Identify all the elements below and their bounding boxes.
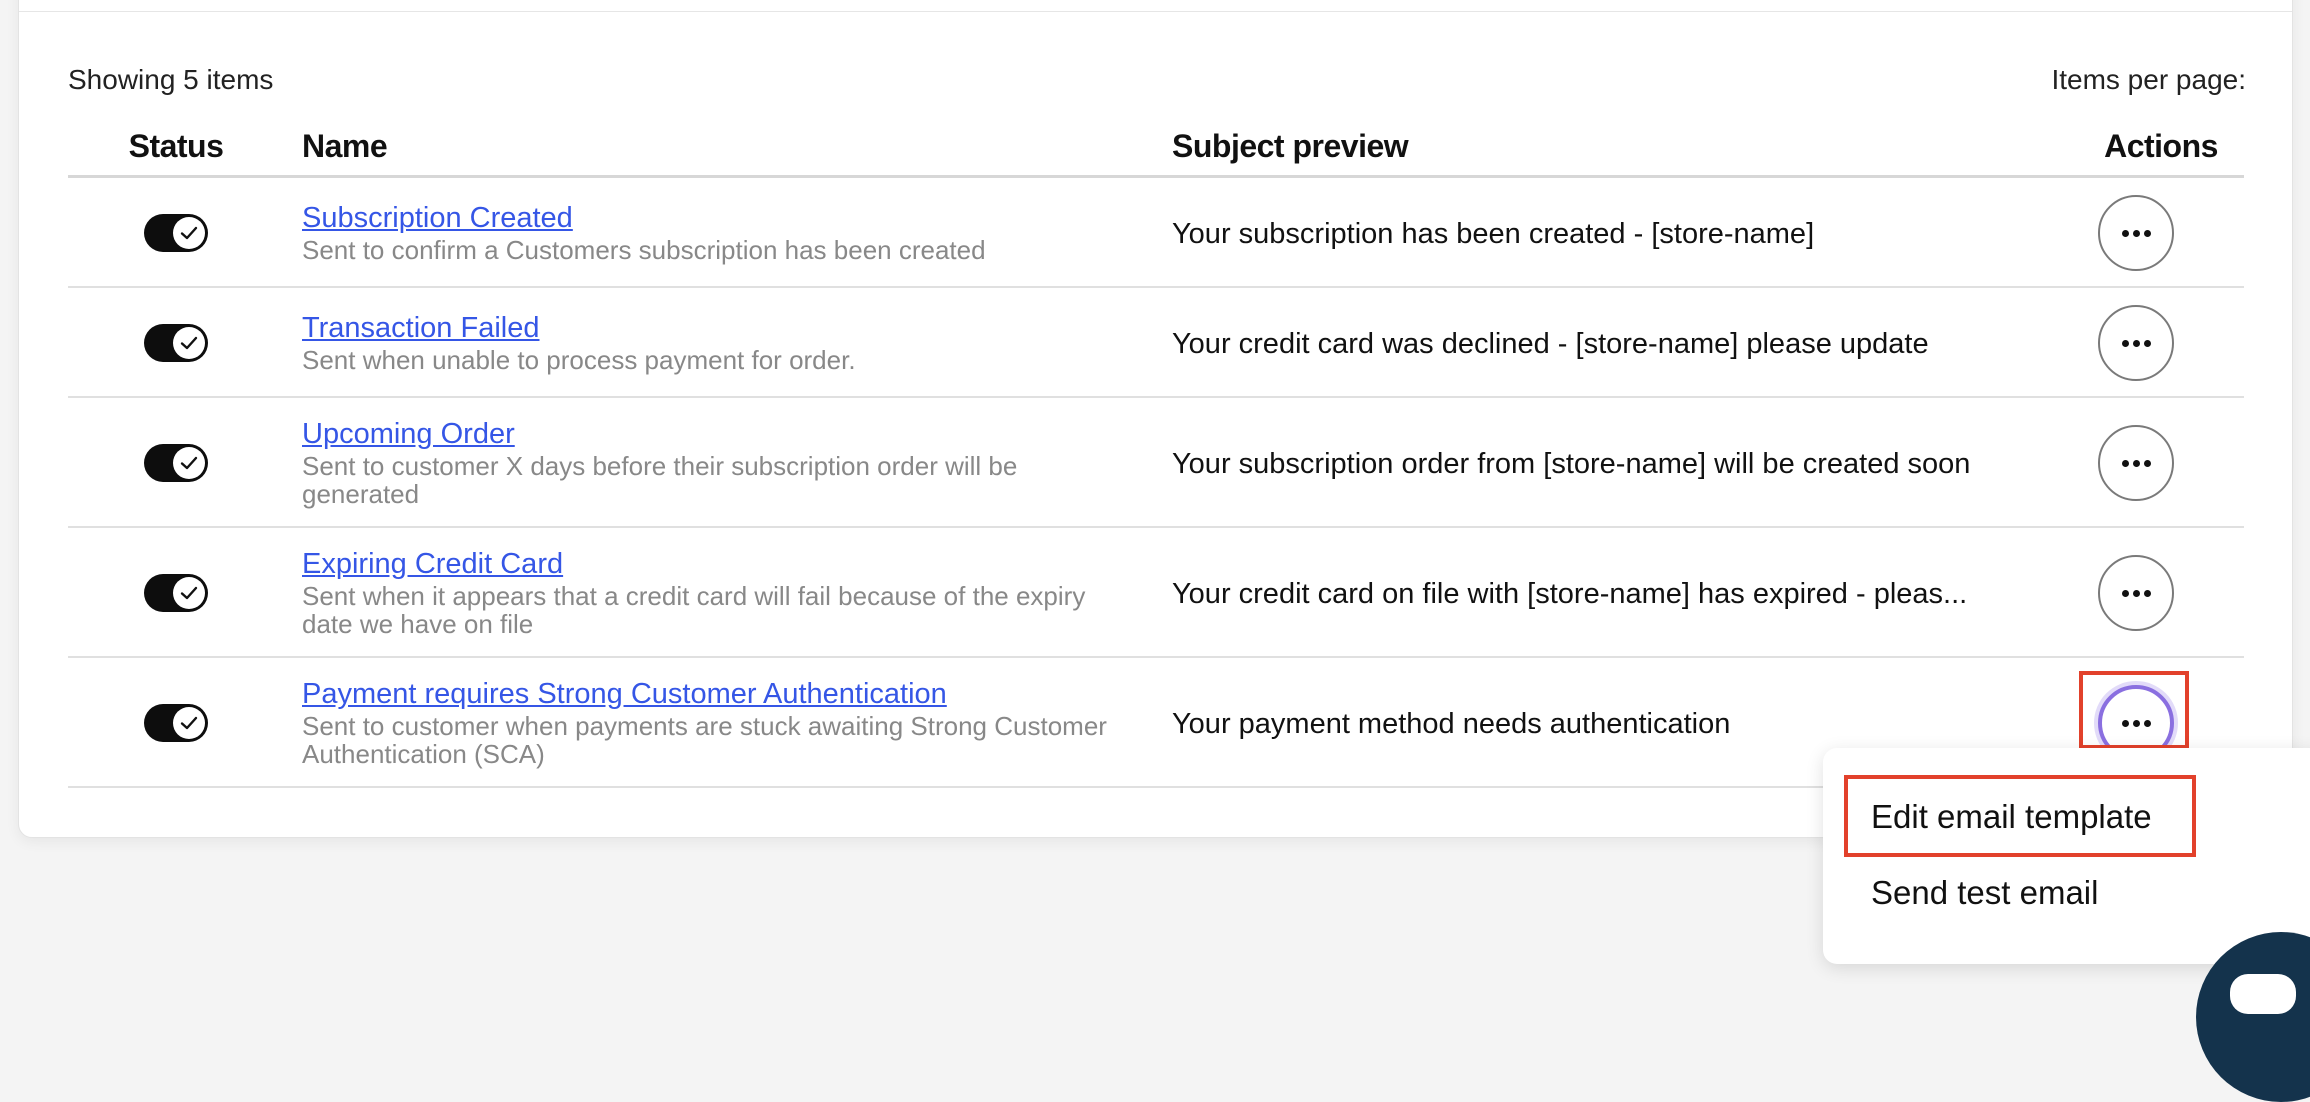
template-name-link[interactable]: Payment requires Strong Customer Authent… [302, 678, 1122, 710]
more-horizontal-icon [2121, 459, 2151, 467]
column-name: Name [302, 128, 388, 164]
status-toggle[interactable] [144, 214, 208, 252]
template-name-link[interactable]: Upcoming Order [302, 418, 1122, 450]
menu-item-edit-email-template[interactable]: Edit email template [1871, 798, 2152, 836]
table-row: Subscription Created Sent to confirm a C… [68, 178, 2244, 288]
subject-preview: Your payment method needs authentication [1172, 708, 1731, 740]
card-top-divider [19, 11, 2292, 12]
column-actions: Actions [2104, 128, 2218, 164]
check-icon [173, 327, 205, 359]
subject-preview: Your credit card on file with [store-nam… [1172, 578, 1968, 610]
row-actions-button[interactable] [2098, 425, 2174, 501]
check-icon [173, 577, 205, 609]
chat-bubble-icon [2230, 974, 2296, 1014]
column-status: Status [128, 128, 224, 164]
table-row: Upcoming Order Sent to customer X days b… [68, 398, 2244, 528]
items-count: Showing 5 items [68, 64, 274, 95]
more-horizontal-icon [2121, 339, 2151, 347]
table-row: Transaction Failed Sent when unable to p… [68, 288, 2244, 398]
subject-preview: Your subscription order from [store-name… [1172, 448, 1971, 480]
template-description: Sent to confirm a Customers subscription… [302, 235, 986, 265]
template-name-link[interactable]: Expiring Credit Card [302, 548, 1122, 580]
subject-preview: Your subscription has been created - [st… [1172, 218, 1815, 250]
more-horizontal-icon [2121, 229, 2151, 237]
template-name-link[interactable]: Transaction Failed [302, 312, 1122, 344]
template-description: Sent when unable to process payment for … [302, 345, 856, 375]
template-description: Sent to customer X days before their sub… [302, 451, 1018, 509]
template-name-link[interactable]: Subscription Created [302, 202, 1122, 234]
row-actions-menu: Edit email template Send test email [1823, 748, 2310, 964]
check-icon [173, 707, 205, 739]
active-button-highlight [2079, 671, 2189, 749]
menu-item-send-test-email[interactable]: Send test email [1871, 874, 2098, 912]
template-description: Sent to customer when payments are stuck… [302, 711, 1107, 769]
subject-preview: Your credit card was declined - [store-n… [1172, 328, 1929, 360]
table-row: Expiring Credit Card Sent when it appear… [68, 528, 2244, 658]
more-horizontal-icon [2121, 589, 2151, 597]
row-actions-button[interactable] [2098, 305, 2174, 381]
status-toggle[interactable] [144, 324, 208, 362]
column-subject-preview: Subject preview [1172, 128, 1409, 164]
check-icon [173, 447, 205, 479]
table-header: Status Name Subject preview Actions [68, 118, 2244, 178]
status-toggle[interactable] [144, 574, 208, 612]
status-toggle[interactable] [144, 444, 208, 482]
check-icon [173, 217, 205, 249]
row-actions-button[interactable] [2098, 195, 2174, 271]
status-toggle[interactable] [144, 704, 208, 742]
template-description: Sent when it appears that a credit card … [302, 581, 1086, 639]
row-actions-button[interactable] [2098, 555, 2174, 631]
items-per-page-label: Items per page: [2051, 64, 2246, 95]
